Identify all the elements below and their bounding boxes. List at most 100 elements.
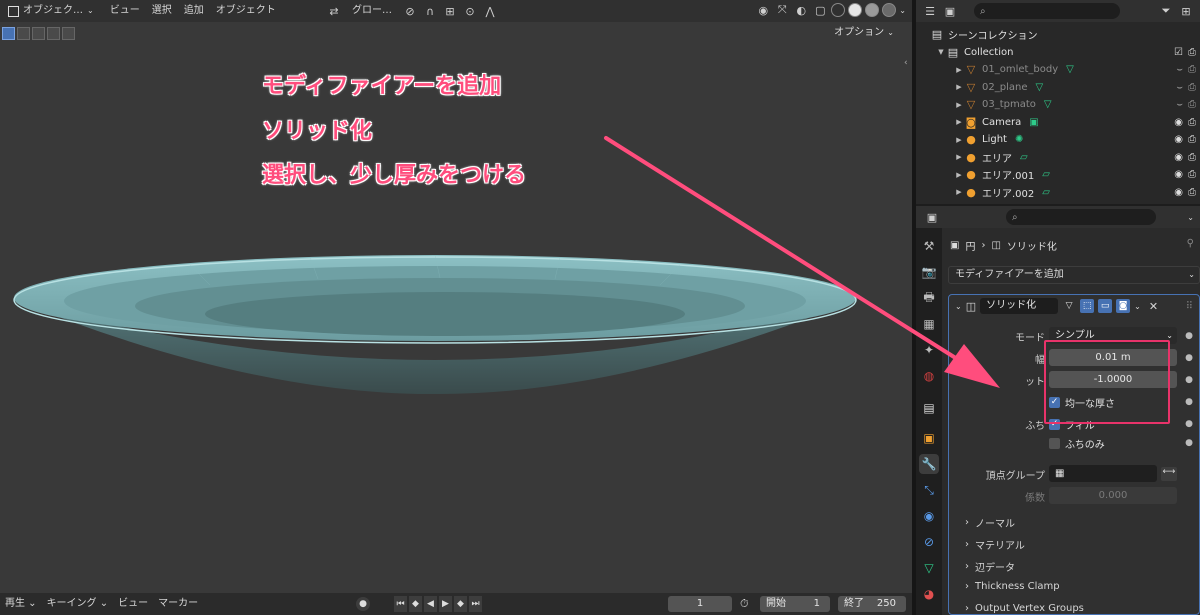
record-icon[interactable]: ● (356, 597, 370, 611)
scene-tab-icon[interactable]: ✦ (919, 340, 939, 360)
3d-viewport[interactable]: オブジェク… ⌄ ビュー 選択 追加 オブジェクト ⇄ グロー… ⊘ ∩ ⊞ ⊙… (0, 0, 912, 593)
subpanel-materials[interactable]: › マテリアル (965, 537, 1025, 552)
invert-arrows-icon[interactable]: ⟷ (1161, 467, 1177, 481)
editor-type-icon[interactable]: ▣ (924, 209, 940, 225)
animate-dot-icon[interactable]: ● (1185, 419, 1193, 429)
eye-icon[interactable]: ◉ (1174, 152, 1183, 163)
camera-render-icon[interactable]: ⎙ (1188, 152, 1196, 163)
next-keyframe-icon[interactable]: ◆ (454, 596, 467, 612)
view-menu[interactable]: ビュー (113, 595, 153, 613)
start-frame-field[interactable]: 開始 1 (760, 596, 830, 612)
collection-row[interactable]: ▼ ▤ Collection ☑ ⎙ (916, 44, 1200, 62)
editmode-toggle-icon[interactable]: ⬚ (1080, 299, 1095, 313)
display-mode-icon[interactable]: ▣ (942, 3, 958, 19)
camera-render-icon[interactable]: ⎙ (1188, 64, 1196, 75)
collapse-chevron-icon[interactable]: ⌄ (955, 302, 962, 311)
output-tab-icon[interactable]: 🖶 (919, 288, 939, 308)
modifier-tab-icon[interactable]: 🔧 (919, 454, 939, 474)
expand-triangle-icon[interactable]: ▶ (954, 118, 964, 126)
outliner-item[interactable]: ▶ ▽ 03_tpmato ▽ ⌣ ⎙ (916, 96, 1200, 114)
data-tab-icon[interactable]: ▽ (919, 558, 939, 578)
play-icon[interactable]: ▶ (439, 596, 452, 612)
current-frame-field[interactable]: 1 (668, 596, 732, 612)
eye-icon[interactable]: ◉ (1174, 117, 1183, 128)
subpanel-output-vertex-groups[interactable]: › Output Vertex Groups (965, 603, 1084, 614)
width-field[interactable]: 0.01 m (1049, 349, 1177, 366)
eye-closed-icon[interactable]: ⌣ (1176, 64, 1183, 75)
properties-search-input[interactable]: ⌕ (1006, 209, 1156, 225)
camera-render-icon[interactable]: ⎙ (1188, 117, 1196, 128)
vertex-group-input[interactable]: ▦ (1049, 465, 1157, 482)
physics-tab-icon[interactable]: ◉ (919, 506, 939, 526)
outliner-item[interactable]: ▶ ● エリア.002 ▱ ◉ ⎙ (916, 184, 1200, 202)
pin-icon[interactable]: ⚲ (1187, 238, 1194, 249)
outliner-item[interactable]: ▶ ◙ Camera ▣ ◉ ⎙ (916, 114, 1200, 132)
animate-dot-icon[interactable]: ● (1185, 353, 1193, 363)
chevron-down-icon[interactable]: ⌄ (1134, 302, 1141, 311)
render-tab-icon[interactable]: 📷 (919, 262, 939, 282)
end-frame-field[interactable]: 終了 250 (838, 596, 906, 612)
outliner-item[interactable]: ▶ ● エリア ▱ ◉ ⎙ (916, 149, 1200, 167)
outliner-item[interactable]: ▶ ● エリア.001 ▱ ◉ ⎙ (916, 166, 1200, 184)
outliner-search-input[interactable]: ⌕ (974, 3, 1120, 19)
playback-menu[interactable]: 再生 ⌄ (0, 595, 42, 613)
jump-end-icon[interactable]: ⏭ (469, 596, 482, 612)
even-thickness-checkbox[interactable]: ✓ 均一な厚さ (1049, 395, 1115, 410)
eye-closed-icon[interactable]: ⌣ (1176, 82, 1183, 93)
marker-menu[interactable]: マーカー (153, 595, 203, 613)
viewport-toggle-icon[interactable]: ▭ (1098, 299, 1113, 313)
offset-field[interactable]: -1.0000 (1049, 371, 1177, 388)
particles-tab-icon[interactable]: ⤡ (919, 480, 939, 500)
camera-render-icon[interactable]: ⎙ (1188, 134, 1196, 145)
animate-dot-icon[interactable]: ● (1185, 438, 1193, 448)
outliner-item[interactable]: ▶ ● Light ✺ ◉ ⎙ (916, 131, 1200, 149)
constraints-tab-icon[interactable]: ⊘ (919, 532, 939, 552)
close-icon[interactable]: ✕ (1149, 300, 1158, 313)
chevron-down-icon[interactable]: ⌄ (1187, 213, 1194, 222)
expand-triangle-icon[interactable]: ▶ (954, 188, 964, 196)
eye-closed-icon[interactable]: ⌣ (1176, 99, 1183, 110)
mode-dropdown[interactable]: シンプル ⌄ (1049, 327, 1177, 344)
subpanel-normals[interactable]: › ノーマル (965, 515, 1015, 530)
animate-dot-icon[interactable]: ● (1185, 331, 1193, 341)
camera-render-icon[interactable]: ⎙ (1188, 169, 1196, 180)
eye-icon[interactable]: ◉ (1174, 134, 1183, 145)
jump-start-icon[interactable]: ⏮ (394, 596, 407, 612)
subpanel-thickness-clamp[interactable]: › Thickness Clamp (965, 581, 1060, 592)
checkbox-icon[interactable]: ☑ (1174, 47, 1183, 58)
play-reverse-icon[interactable]: ◀ (424, 596, 437, 612)
drag-handle-icon[interactable]: ⠿ (1186, 301, 1193, 312)
camera-render-icon[interactable]: ⎙ (1188, 187, 1196, 198)
editor-type-icon[interactable]: ☰ (922, 3, 938, 19)
animate-dot-icon[interactable]: ● (1185, 375, 1193, 385)
expand-triangle-icon[interactable]: ▶ (954, 153, 964, 161)
tool-tab-icon[interactable]: ⚒ (919, 236, 939, 256)
modifier-name-input[interactable]: ソリッド化 (980, 298, 1059, 314)
keying-menu[interactable]: キーイング ⌄ (42, 595, 114, 613)
scene-collection-row[interactable]: ▤ シーンコレクション (916, 26, 1200, 44)
filter-icon[interactable]: ⏷ (1158, 3, 1174, 19)
camera-icon[interactable]: ⎙ (1188, 47, 1196, 58)
object-tab-icon[interactable]: ▣ (919, 428, 939, 448)
new-collection-icon[interactable]: ⊞ (1178, 3, 1194, 19)
expand-triangle-icon[interactable]: ▶ (954, 101, 964, 109)
view-layer-tab-icon[interactable]: ▦ (919, 314, 939, 334)
rim-only-checkbox[interactable]: ふちのみ (1049, 436, 1105, 451)
expand-triangle-icon[interactable]: ▶ (954, 136, 964, 144)
eye-icon[interactable]: ◉ (1174, 187, 1183, 198)
expand-triangle-icon[interactable]: ▶ (954, 171, 964, 179)
expand-triangle-icon[interactable]: ▼ (936, 48, 946, 56)
camera-render-icon[interactable]: ⎙ (1188, 99, 1196, 110)
animate-dot-icon[interactable]: ● (1185, 397, 1193, 407)
render-toggle-icon[interactable]: ◙ (1116, 299, 1131, 313)
camera-render-icon[interactable]: ⎙ (1188, 82, 1196, 93)
outliner-item[interactable]: ▶ ▽ 02_plane ▽ ⌣ ⎙ (916, 79, 1200, 97)
collection-tab-icon[interactable]: ▤ (919, 398, 939, 418)
subpanel-edge-data[interactable]: › 辺データ (965, 559, 1015, 574)
add-modifier-button[interactable]: モディファイアーを追加 ⌄ (948, 266, 1200, 284)
expand-triangle-icon[interactable]: ▶ (954, 83, 964, 91)
expand-triangle-icon[interactable]: ▶ (954, 66, 964, 74)
prev-keyframe-icon[interactable]: ◆ (409, 596, 422, 612)
world-tab-icon[interactable]: ◍ (919, 366, 939, 386)
outliner-item[interactable]: ▶ ▽ 01_omlet_body ▽ ⌣ ⎙ (916, 61, 1200, 79)
